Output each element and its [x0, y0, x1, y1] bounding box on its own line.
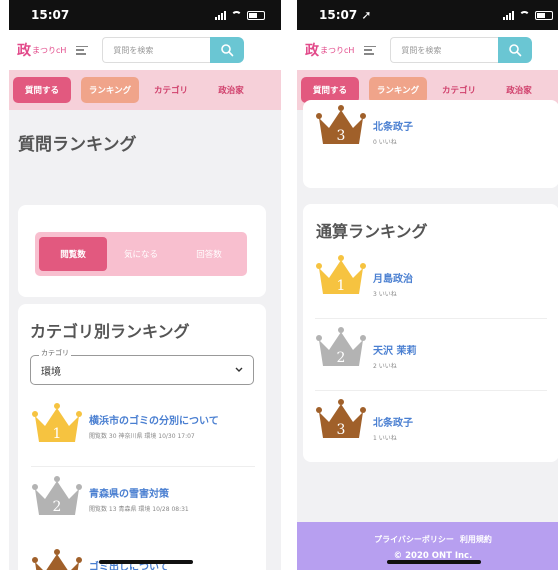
signal-icon [215, 10, 226, 20]
privacy-policy-link[interactable]: プライバシーポリシー [374, 535, 454, 544]
ranking-tabs: 閲覧数 気になる 回答数 [35, 232, 247, 276]
politician-name[interactable]: 北条政子 [373, 118, 413, 133]
category-select-label: カテゴリ [39, 348, 71, 358]
category-select[interactable]: 環境 [30, 355, 254, 385]
search-input[interactable]: 質問を検索 [390, 37, 499, 63]
logo-mark: 政 [17, 43, 31, 59]
footer-links: プライバシーポリシー 利用規約 [297, 534, 558, 545]
chevron-down-icon [235, 367, 243, 372]
page-title: 質問ランキング [18, 135, 137, 155]
status-time: 15:07 ➚ [319, 8, 372, 22]
wifi-icon [519, 11, 530, 19]
question-rank-item[interactable]: 1 横浜市のゴミの分別について 閲覧数 30 神奈川県 環境 10/30 17:… [31, 402, 219, 446]
logo-text: まつりcH [320, 45, 355, 55]
politician-name[interactable]: 天沢 茉莉 [373, 342, 416, 357]
total-section-title: 通算ランキング [316, 222, 428, 241]
logo-mark: 政 [305, 43, 319, 59]
search-button[interactable] [498, 37, 533, 63]
nav-ranking-button[interactable]: ランキング [81, 77, 139, 103]
status-bar: 15:07 [9, 0, 281, 30]
politician-name[interactable]: 月島政治 [373, 270, 413, 285]
status-time: 15:07 [31, 8, 70, 22]
search-button[interactable] [210, 37, 245, 63]
nav-category-link[interactable]: カテゴリ [141, 77, 201, 103]
politician-rank-item[interactable]: 3 北条政子 1 いいね [315, 398, 413, 442]
question-meta: 閲覧数 13 青森県 環境 10/28 08:31 [89, 506, 189, 513]
search-placeholder: 質問を検索 [113, 45, 154, 55]
logo-text: まつりcH [32, 45, 67, 55]
question-title[interactable]: 青森県の雪害対策 [89, 485, 189, 500]
crown-icon: 1 [316, 255, 366, 294]
question-meta: 閲覧数 30 神奈川県 環境 10/30 17:07 [89, 433, 195, 440]
battery-icon [247, 10, 265, 20]
question-rank-item[interactable]: 3 ゴミ出しについて [31, 548, 169, 570]
question-rank-item[interactable]: 2 青森県の雪害対策 閲覧数 13 青森県 環境 10/28 08:31 [31, 475, 189, 519]
politician-rank-item[interactable]: 3 北条政子 0 いいね [315, 104, 413, 148]
crown-icon: 1 [32, 403, 82, 442]
svg-text:2: 2 [53, 499, 62, 515]
likes-count: 2 いいね [373, 363, 397, 370]
search-placeholder: 質問を検索 [401, 45, 442, 55]
nav-politician-link[interactable]: 政治家 [203, 77, 259, 103]
divider [31, 466, 255, 467]
category-select-value: 環境 [41, 366, 61, 378]
home-indicator [99, 560, 193, 564]
crown-icon: 3 [316, 399, 366, 438]
svg-text:1: 1 [337, 278, 346, 294]
logo[interactable]: 政 まつりcH [305, 40, 354, 60]
main-nav: 質問する ランキング カテゴリ 政治家 [9, 70, 281, 110]
svg-text:3: 3 [337, 422, 346, 438]
crown-icon: 3 [32, 549, 82, 570]
svg-text:1: 1 [53, 426, 62, 442]
logo[interactable]: 政 まつりcH [17, 40, 66, 60]
svg-text:3: 3 [337, 128, 346, 144]
app-header: 政 まつりcH 質問を検索 [297, 30, 558, 70]
politician-name[interactable]: 北条政子 [373, 414, 413, 429]
phone-screen-right: 15:07 ➚ 政 まつりcH 質問を検索 質問する ランキング カテゴリ 政治… [297, 0, 558, 570]
tab-interested[interactable]: 気になる [107, 237, 175, 271]
menu-icon[interactable] [364, 45, 377, 55]
divider [315, 390, 547, 391]
status-icons [215, 10, 265, 20]
politician-rank-item[interactable]: 1 月島政治 3 いいね [315, 254, 413, 298]
svg-text:2: 2 [337, 350, 346, 366]
terms-link[interactable]: 利用規約 [460, 535, 492, 544]
category-section-title: カテゴリ別ランキング [30, 322, 190, 341]
politician-rank-item[interactable]: 2 天沢 茉莉 2 いいね [315, 326, 416, 370]
search-input[interactable]: 質問を検索 [102, 37, 211, 63]
search-icon [221, 44, 234, 57]
signal-icon [503, 10, 514, 20]
nav-ask-button[interactable]: 質問する [13, 77, 71, 103]
status-icons [503, 10, 553, 20]
crown-icon: 2 [316, 327, 366, 366]
divider [315, 318, 547, 319]
home-indicator [387, 560, 481, 564]
likes-count: 0 いいね [373, 139, 397, 146]
likes-count: 3 いいね [373, 291, 397, 298]
phone-screen-left: 15:07 政 まつりcH 質問を検索 質問する ランキング カテゴリ 政治家 … [9, 0, 281, 570]
tab-views[interactable]: 閲覧数 [39, 237, 107, 271]
tab-answers[interactable]: 回答数 [175, 237, 243, 271]
battery-icon [535, 10, 553, 20]
status-bar: 15:07 ➚ [297, 0, 558, 30]
wifi-icon [231, 11, 242, 19]
crown-icon: 2 [32, 476, 82, 515]
likes-count: 1 いいね [373, 435, 397, 442]
menu-icon[interactable] [76, 45, 89, 55]
question-title[interactable]: 横浜市のゴミの分別について [89, 412, 219, 427]
search-icon [509, 44, 522, 57]
app-header: 政 まつりcH 質問を検索 [9, 30, 281, 70]
crown-icon: 3 [316, 105, 366, 144]
